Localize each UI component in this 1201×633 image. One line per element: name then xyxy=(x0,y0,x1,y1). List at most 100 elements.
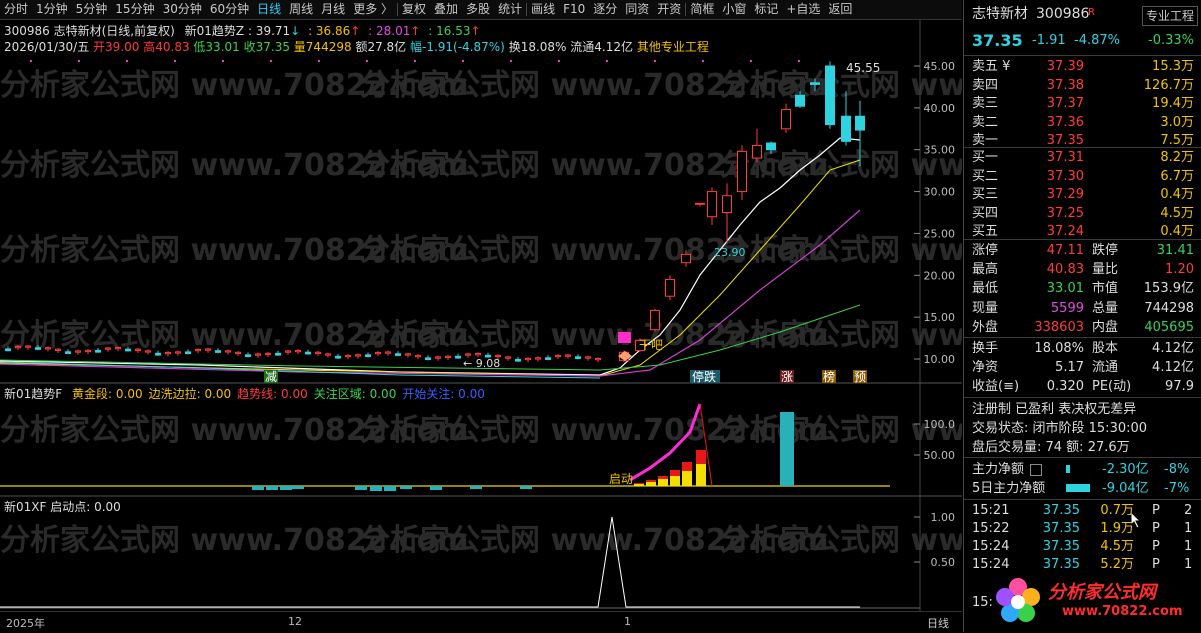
flow-menu-icon[interactable] xyxy=(1030,464,1042,476)
toolbar-item[interactable]: 开资 xyxy=(653,0,685,19)
ma2-value: : 36.86 xyxy=(308,24,351,38)
chart-area[interactable]: 分析家公式网 www.70822.com 分析家公式网 www.70822.com… xyxy=(0,20,1189,611)
float-shares: 流通4.12亿 xyxy=(570,40,634,54)
stat-value: 5.17 xyxy=(1055,360,1084,376)
signal-dot xyxy=(750,60,752,62)
bid-label: 买四 xyxy=(972,205,999,221)
tick-count: 1 xyxy=(1184,557,1193,572)
price-change: -1.91 xyxy=(1032,33,1066,48)
trade-status: 交易状态: 闭市阶段 15:30:00 xyxy=(964,419,1201,438)
price-pct: -4.87% xyxy=(1074,33,1120,48)
candle-body xyxy=(405,353,411,356)
signal-dot xyxy=(318,60,320,62)
sector-name[interactable]: 其他专业工程 xyxy=(637,40,709,54)
toolbar-item[interactable]: F10 xyxy=(559,0,589,19)
sub-indicator-1-header: 新01趋势F 黄金段: 0.00 边洗边拉: 0.00 趋势线: 0.00 关注区域:… xyxy=(4,385,485,402)
toolbar-item[interactable]: 逐分 xyxy=(589,0,621,19)
tick-row: 15:24 37.35 4.5万 P 1 xyxy=(964,537,1201,556)
time-tick-dec: 12 xyxy=(288,615,302,628)
candle-body xyxy=(595,358,601,361)
5d-flow-bar xyxy=(1066,484,1090,492)
signal-dot xyxy=(510,60,512,62)
toolbar-item[interactable]: 复权 xyxy=(398,0,430,19)
toolbar-item[interactable]: 5分钟 xyxy=(72,0,112,19)
candle-body xyxy=(135,348,141,351)
main-flow-pct: -8% xyxy=(1164,462,1190,477)
sub1-axis-tick: 100.0 xyxy=(924,418,956,431)
toolbar-item[interactable]: 简框 xyxy=(686,0,718,19)
toolbar-item[interactable]: 统计 xyxy=(494,0,526,19)
tick-volume: 0.7万 xyxy=(1100,503,1134,518)
candle-body xyxy=(545,357,551,360)
candle-body xyxy=(810,82,820,85)
stock-code: 300986 xyxy=(1036,6,1090,22)
candle-body xyxy=(335,355,341,359)
tick-row: 15:22 37.35 1.9万 P 1 xyxy=(964,519,1201,538)
toolbar-item[interactable]: 60分钟 xyxy=(206,0,253,19)
tick-price: 37.35 xyxy=(1042,557,1080,572)
candle-body xyxy=(795,94,805,107)
stats1-row: 外盘 338603 内盘 405695 xyxy=(964,318,1201,337)
candle-body xyxy=(5,348,11,352)
sub1-yellow-bar xyxy=(634,484,644,486)
ask-price: 37.36 xyxy=(1046,114,1084,130)
stat-value: 47.11 xyxy=(1046,243,1084,258)
tick-price: 37.35 xyxy=(1042,503,1080,518)
sub2-title[interactable]: 新01XF 启动点: 0.00 xyxy=(4,500,121,514)
stat-label: 现量 xyxy=(972,300,999,316)
candle-body xyxy=(115,346,121,350)
toolbar-item[interactable]: 更多 〉 xyxy=(349,0,397,19)
candle-body xyxy=(415,354,421,358)
tick-flag: P xyxy=(1152,503,1160,518)
stat-value: 5599 xyxy=(1050,300,1084,316)
toolbar-item[interactable]: 画线 xyxy=(527,0,559,19)
toolbar-item[interactable]: 分时 xyxy=(0,0,32,19)
signal-dot xyxy=(78,60,80,62)
toolbar-item[interactable]: 月线 xyxy=(317,0,349,19)
toolbar-item[interactable]: 30分钟 xyxy=(159,0,206,19)
sub1-legend-item: 关注区域: 0.00 xyxy=(313,387,397,401)
ask-row: 卖五 ¥ 37.39 15.3万 xyxy=(964,57,1201,76)
tag-jian: 减 xyxy=(265,370,277,384)
toolbar-item[interactable]: 周线 xyxy=(285,0,317,19)
candle-body xyxy=(455,355,461,359)
signal-dot xyxy=(222,60,224,62)
candle-body xyxy=(505,356,511,359)
candle-body xyxy=(766,142,776,151)
ask-label: 卖二 xyxy=(972,114,999,130)
sub1-title[interactable]: 新01趋势F xyxy=(4,387,62,401)
signal-dot xyxy=(126,60,128,62)
after-hours-text: 盘后交易量: 74 额: 27.6万 xyxy=(972,440,1130,455)
period-label[interactable]: 日线 xyxy=(927,615,949,631)
candle-body xyxy=(525,357,531,361)
candle-body xyxy=(25,345,31,348)
5d-flow-label: 5日主力净额 xyxy=(972,481,1046,496)
toolbar-item[interactable]: 叠加 xyxy=(430,0,462,19)
candle-body xyxy=(215,350,221,353)
toolbar-item[interactable]: +自选 xyxy=(782,0,824,19)
stat-value: 97.9 xyxy=(1165,379,1194,395)
stat-value: 40.83 xyxy=(1046,262,1084,278)
toolbar-item[interactable]: 标记 xyxy=(750,0,782,19)
ask-price: 37.39 xyxy=(1046,59,1084,74)
stat-label: 最高 xyxy=(972,262,999,278)
toolbar-item[interactable]: 多股 xyxy=(462,0,494,19)
toolbar-item[interactable]: 小窗 xyxy=(718,0,750,19)
toolbar-item[interactable]: 15分钟 xyxy=(111,0,158,19)
stat-label: 净资 xyxy=(972,360,999,376)
tick-time: 15:24 xyxy=(972,557,1010,572)
tick-flag: P xyxy=(1152,557,1160,572)
signal-dot xyxy=(366,60,368,62)
signal-dot xyxy=(798,60,800,62)
toolbar-item[interactable]: 同资 xyxy=(621,0,653,19)
stat-label: 涨停 xyxy=(972,243,999,258)
toolbar-item[interactable]: 1分钟 xyxy=(32,0,72,19)
sector-button[interactable]: 专业工程 xyxy=(1142,6,1199,26)
kline-chart[interactable]: 分析家公式网 www.70822.com 分析家公式网 www.70822.com… xyxy=(0,20,1189,611)
candle-body xyxy=(565,354,571,357)
toolbar-item[interactable]: 日线 xyxy=(253,0,285,19)
bid-row: 买一 37.31 8.2万 xyxy=(964,148,1201,167)
candle-body xyxy=(75,350,81,353)
toolbar-item[interactable]: 返回 xyxy=(824,0,856,19)
bid-label: 买一 xyxy=(972,150,999,165)
